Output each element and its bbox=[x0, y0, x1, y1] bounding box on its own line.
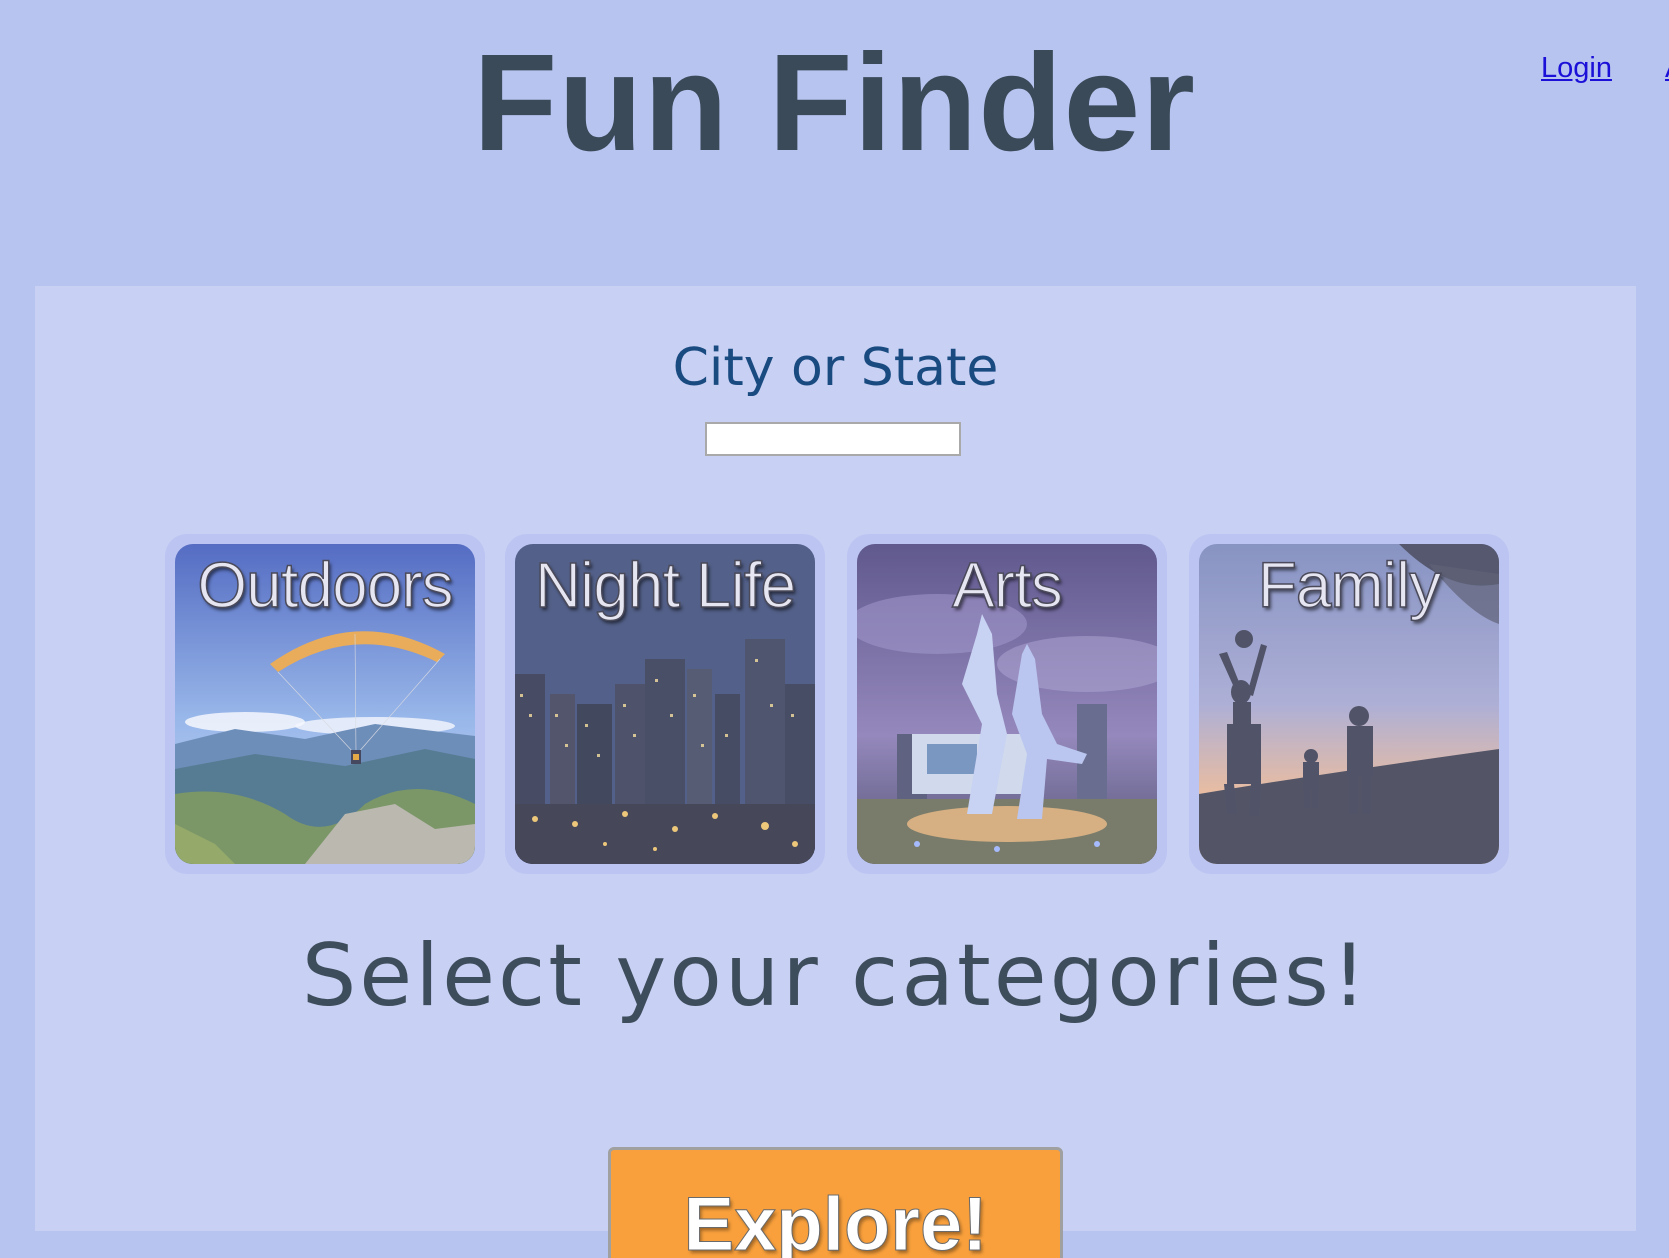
nav-link-cut-off[interactable]: A bbox=[1665, 52, 1669, 85]
category-label: Family bbox=[1257, 548, 1442, 622]
category-label: Outdoors bbox=[197, 548, 455, 622]
category-grid: Outdoors Night Life Arts Family bbox=[165, 534, 1515, 874]
site-title: Fun Finder bbox=[473, 26, 1196, 180]
outdoors-image: Outdoors bbox=[175, 544, 475, 864]
category-outdoors[interactable]: Outdoors bbox=[165, 534, 485, 874]
category-label: Night Life bbox=[534, 548, 797, 622]
explore-button[interactable]: Explore! bbox=[608, 1147, 1063, 1258]
arts-image: Arts bbox=[857, 544, 1157, 864]
main-panel: City or State Outdoors Night Life Arts F… bbox=[35, 286, 1636, 1231]
city-or-state-label: City or State bbox=[672, 338, 999, 398]
city-or-state-input[interactable] bbox=[705, 422, 961, 456]
login-link[interactable]: Login bbox=[1541, 52, 1612, 85]
night-life-image: Night Life bbox=[515, 544, 815, 864]
category-family[interactable]: Family bbox=[1189, 534, 1509, 874]
page: Fun Finder Login A City or State bbox=[0, 0, 1669, 1258]
select-categories-prompt: Select your categories! bbox=[301, 926, 1370, 1026]
category-label: Arts bbox=[951, 548, 1063, 622]
category-night-life[interactable]: Night Life bbox=[505, 534, 825, 874]
family-image: Family bbox=[1199, 544, 1499, 864]
category-arts[interactable]: Arts bbox=[847, 534, 1167, 874]
